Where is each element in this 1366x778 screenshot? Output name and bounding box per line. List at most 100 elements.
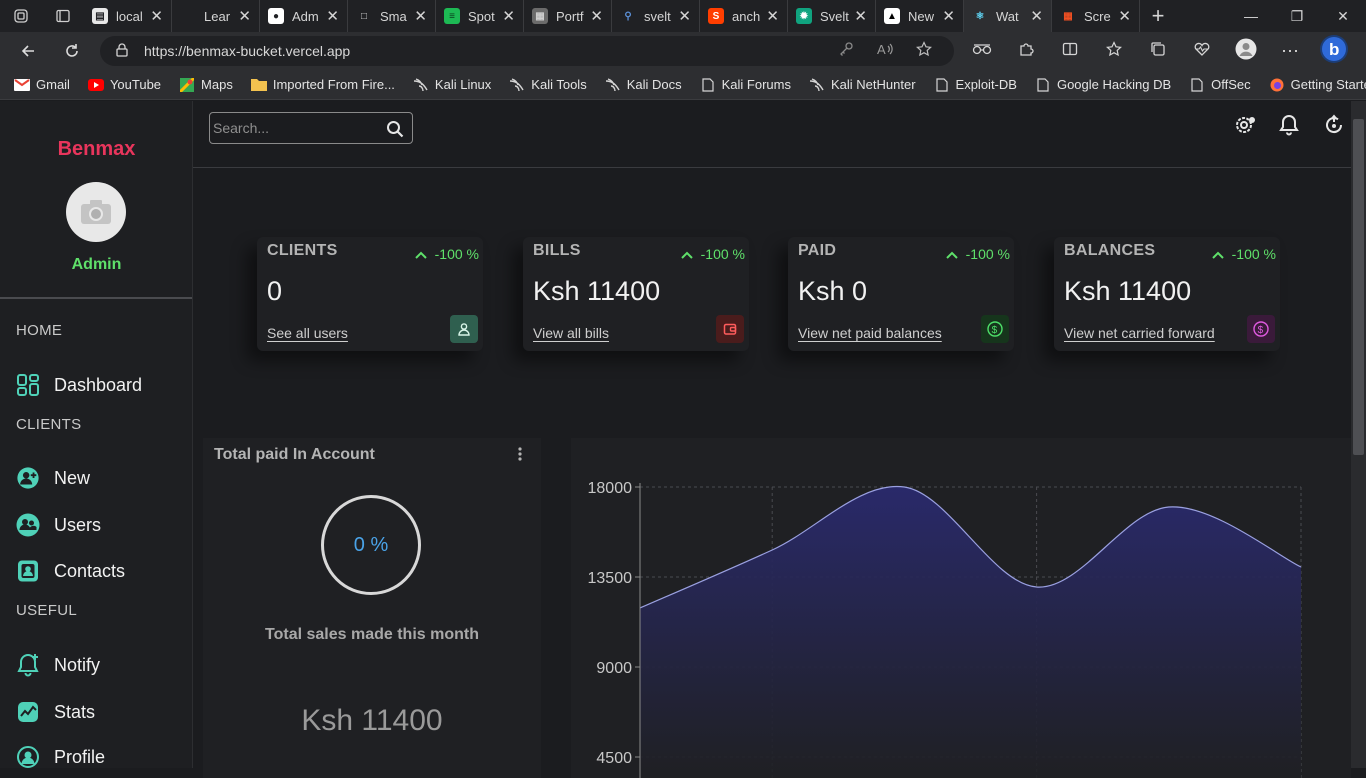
new-tab-button[interactable]: + [1140, 3, 1176, 29]
close-tab-icon[interactable]: ✕ [942, 7, 955, 25]
bookmark-item[interactable]: Google Hacking DB [1035, 77, 1171, 92]
camera-icon [81, 200, 111, 224]
dollar-icon[interactable]: $ [981, 315, 1009, 343]
close-window-icon[interactable]: ✕ [1320, 8, 1366, 25]
kebab-menu-icon[interactable] [517, 446, 523, 467]
read-aloud-icon[interactable]: A [876, 41, 894, 61]
maps-icon [179, 77, 195, 92]
sidebar-item-dashboard[interactable]: Dashboard [16, 373, 142, 397]
favorite-star-icon[interactable] [916, 41, 932, 61]
close-tab-icon[interactable]: ✕ [1030, 7, 1043, 25]
browser-tab[interactable]: ✹ Svelt ✕ [788, 0, 876, 32]
close-tab-icon[interactable]: ✕ [326, 7, 339, 25]
bookmark-item[interactable]: Kali Linux [413, 77, 491, 92]
bookmark-item[interactable]: Kali NetHunter [809, 77, 916, 92]
close-tab-icon[interactable]: ✕ [502, 7, 515, 25]
browser-tab[interactable]: ▦ Portf ✕ [524, 0, 612, 32]
y-tick-label: 4500 [596, 750, 632, 767]
bookmark-item[interactable]: Gmail [14, 77, 70, 92]
performance-icon[interactable] [1180, 41, 1224, 62]
y-tick-label: 9000 [596, 660, 632, 677]
refresh-icon[interactable] [52, 32, 92, 70]
favorites-icon[interactable] [1092, 40, 1136, 62]
card-link[interactable]: See all users [267, 325, 348, 341]
notification-bell-icon[interactable] [1278, 114, 1300, 141]
sidebar-item-label: New [54, 467, 91, 488]
bookmark-item[interactable]: Imported From Fire... [250, 77, 395, 92]
close-tab-icon[interactable]: ✕ [238, 7, 251, 25]
card-title: BILLS [533, 242, 581, 259]
close-tab-icon[interactable]: ✕ [590, 7, 603, 25]
browser-tab[interactable]: Sanch ✕ [700, 0, 788, 32]
card-link[interactable]: View net carried forward [1064, 325, 1215, 341]
extensions-icon[interactable] [1004, 41, 1048, 62]
key-icon[interactable] [838, 41, 854, 61]
bookmark-item[interactable]: OffSec [1189, 77, 1251, 92]
bookmark-label: Kali Docs [626, 77, 682, 92]
profile-icon[interactable] [1224, 38, 1268, 65]
back-icon[interactable] [8, 32, 48, 70]
wallet-icon[interactable] [716, 315, 744, 343]
browser-tab[interactable]: ▲ New ✕ [876, 0, 964, 32]
browser-tab[interactable]: ● Adm ✕ [260, 0, 348, 32]
dollar-icon[interactable]: $ [1247, 315, 1275, 343]
card-value: Ksh 11400 [533, 276, 661, 306]
split-screen-icon[interactable] [1048, 41, 1092, 62]
close-tab-icon[interactable]: ✕ [766, 7, 779, 25]
card-link[interactable]: View net paid balances [798, 325, 942, 341]
bookmark-item[interactable]: Getting Started [1269, 77, 1366, 92]
avatar[interactable] [66, 182, 126, 242]
scrollbar-thumb[interactable] [1353, 119, 1364, 455]
user-icon[interactable] [450, 315, 478, 343]
search-input[interactable] [213, 120, 383, 136]
tab-title: Scre [1084, 8, 1111, 24]
sidebar-item-new[interactable]: New [16, 466, 90, 490]
browser-tab[interactable]: □ Sma ✕ [348, 0, 436, 32]
tracking-prevention-icon[interactable] [960, 42, 1004, 61]
bookmark-item[interactable]: YouTube [87, 77, 161, 92]
close-tab-icon[interactable]: ✕ [150, 7, 163, 25]
tab-title: Svelt [820, 8, 849, 24]
bookmark-item[interactable]: Exploit-DB [934, 77, 1017, 92]
search-icon[interactable] [386, 120, 404, 143]
more-options-icon[interactable]: ⋯ [1268, 41, 1312, 62]
lock-icon[interactable] [116, 42, 128, 60]
bookmark-item[interactable]: Kali Forums [700, 77, 791, 92]
browser-tab[interactable]: ⚲ svelt ✕ [612, 0, 700, 32]
close-tab-icon[interactable]: ✕ [414, 7, 427, 25]
url-text[interactable]: https://benmax-bucket.vercel.app [144, 43, 350, 59]
bing-copilot-icon[interactable]: b [1312, 34, 1356, 69]
workspaces-icon[interactable] [0, 0, 42, 32]
browser-tab[interactable]: Lear ✕ [172, 0, 260, 32]
sidebar-item-notify[interactable]: Notify [16, 653, 100, 677]
settings-gear-icon[interactable] [1233, 114, 1257, 141]
bookmark-item[interactable]: Kali Tools [509, 77, 587, 92]
browser-tab[interactable]: ▤ local ✕ [84, 0, 172, 32]
sidebar-item-users[interactable]: Users [16, 513, 101, 537]
bookmark-item[interactable]: Kali Docs [605, 77, 682, 92]
close-tab-icon[interactable]: ✕ [678, 7, 691, 25]
svg-text:b: b [1329, 40, 1339, 59]
learn-icon [180, 8, 196, 24]
sync-icon[interactable] [1323, 114, 1345, 141]
bookmark-label: Gmail [36, 77, 70, 92]
brand-name[interactable]: Benmax [0, 138, 193, 161]
close-tab-icon[interactable]: ✕ [1118, 7, 1131, 25]
sidebar-item-label: Stats [54, 701, 96, 722]
sidebar-item-contacts[interactable]: Contacts [16, 559, 125, 583]
tab-actions-icon[interactable] [42, 0, 84, 32]
page-scrollbar[interactable] [1351, 101, 1366, 768]
restore-icon[interactable]: ❐ [1274, 8, 1320, 25]
sidebar-item-stats[interactable]: Stats [16, 700, 95, 724]
bookmark-item[interactable]: Maps [179, 77, 233, 92]
close-tab-icon[interactable]: ✕ [854, 7, 867, 25]
sidebar-item-profile[interactable]: Profile [16, 745, 105, 769]
card-link[interactable]: View all bills [533, 325, 609, 341]
minimize-icon[interactable]: — [1228, 8, 1274, 25]
url-bar[interactable]: https://benmax-bucket.vercel.app A [100, 36, 954, 66]
browser-tab[interactable]: ≡ Spot ✕ [436, 0, 524, 32]
collections-icon[interactable] [1136, 41, 1180, 62]
triangle-icon: ▲ [884, 8, 900, 24]
browser-tab[interactable]: ⚛ Wat ✕ [964, 0, 1052, 32]
browser-tab[interactable]: ▦ Scre ✕ [1052, 0, 1140, 32]
